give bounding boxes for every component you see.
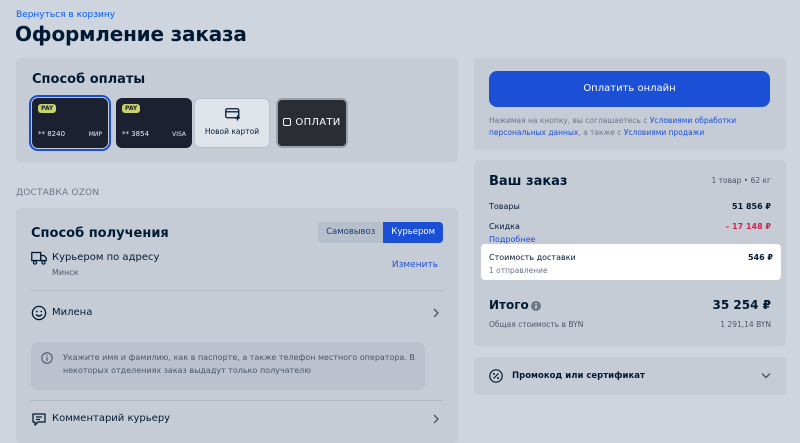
- goods-value: 51 856 ₽: [732, 202, 771, 211]
- recipient-name: Милена: [52, 307, 93, 318]
- new-card-label: Новой картой: [204, 127, 260, 136]
- delivery-cost-label: Стоимость доставки: [489, 253, 576, 262]
- pay-online-button[interactable]: Оплатить онлайн: [489, 71, 770, 107]
- order-summary-card: Ваш заказ 1 товар • 62 кг Товары 51 856 …: [474, 160, 786, 346]
- card-system: VISA: [172, 131, 186, 138]
- smiley-icon: [31, 305, 47, 321]
- card-system: МИР: [88, 131, 102, 138]
- recipient-info-box: Укажите имя и фамилию, как в паспорте, а…: [31, 342, 425, 390]
- total-value: 35 254 ₽: [712, 298, 771, 312]
- payment-method-card: Способ оплаты PAY ** 8240 МИР PAY ** 385…: [16, 58, 458, 162]
- oplati-label: ОПЛАТИ: [278, 117, 346, 128]
- card-number: ** 3854: [122, 130, 150, 138]
- order-meta: 1 товар • 62 кг: [711, 176, 771, 185]
- terms-text: Нажимая на кнопку, вы соглашаетесь с Усл…: [489, 115, 774, 139]
- pay-now-card: Оплатить онлайн Нажимая на кнопку, вы со…: [474, 58, 786, 150]
- terms-mid: , а также с: [578, 128, 624, 137]
- saved-card-8240[interactable]: PAY ** 8240 МИР: [29, 95, 111, 151]
- chevron-right-icon: [433, 414, 439, 424]
- goods-label: Товары: [489, 202, 520, 211]
- chevron-down-icon: [761, 373, 771, 379]
- payment-method-title: Способ оплаты: [32, 72, 146, 87]
- oplati-option[interactable]: ОПЛАТИ: [276, 98, 348, 148]
- delivery-cost-value: 546 ₽: [747, 253, 773, 262]
- pay-badge: PAY: [122, 104, 141, 113]
- add-card-icon: [225, 108, 240, 121]
- new-card-option[interactable]: Новой картой: [194, 98, 270, 148]
- chat-bubble-icon: [32, 413, 46, 426]
- oplati-text: ОПЛАТИ: [295, 117, 341, 128]
- byn-total-label: Общая стоимость в BYN: [489, 320, 584, 329]
- truck-icon: [31, 251, 47, 265]
- total-label: Итого: [489, 298, 529, 312]
- pickup-toggle-button[interactable]: Самовывоз: [318, 222, 384, 243]
- order-title: Ваш заказ: [489, 174, 568, 189]
- info-icon[interactable]: [531, 301, 541, 311]
- discount-percent-icon: [489, 369, 503, 383]
- delivery-card: Способ получения Самовывоз Курьером Курь…: [16, 208, 458, 443]
- divider: [31, 290, 443, 291]
- courier-address-title: Курьером по адресу: [52, 252, 160, 263]
- shipment-count: 1 отправление: [489, 266, 548, 275]
- discount-label: Скидка: [489, 222, 520, 231]
- delivery-city: Минск: [52, 268, 79, 277]
- delivery-cost-highlight: Стоимость доставки 1 отправление 546 ₽: [481, 244, 781, 280]
- oplati-logo-icon: [283, 118, 292, 126]
- info-icon: [41, 352, 53, 364]
- delivery-type-toggle: Самовывоз Курьером: [318, 222, 443, 243]
- recipient-info-text: Укажите имя и фамилию, как в паспорте, а…: [63, 353, 415, 375]
- discount-value: - 17 148 ₽: [725, 222, 771, 231]
- courier-comment-label: Комментарий курьеру: [52, 413, 171, 424]
- byn-total-value: 1 291,14 BYN: [720, 320, 771, 329]
- chevron-right-icon: [433, 308, 439, 318]
- card-number: ** 8240: [38, 130, 66, 138]
- change-address-link[interactable]: Изменить: [392, 260, 438, 270]
- sale-terms-link[interactable]: Условиями продажи: [624, 128, 704, 137]
- pay-badge: PAY: [38, 104, 57, 113]
- page-title: Оформление заказа: [15, 22, 247, 46]
- saved-card-3854[interactable]: PAY ** 3854 VISA: [116, 98, 192, 148]
- promo-code-label: Промокод или сертификат: [512, 371, 645, 381]
- discount-details-link[interactable]: Подробнее: [489, 235, 535, 244]
- back-to-cart-link[interactable]: Вернуться в корзину: [16, 10, 115, 20]
- courier-toggle-button[interactable]: Курьером: [383, 222, 443, 243]
- divider: [31, 400, 443, 401]
- terms-prefix: Нажимая на кнопку, вы соглашаетесь с: [489, 116, 650, 125]
- promo-code-row[interactable]: Промокод или сертификат: [474, 357, 786, 395]
- delivery-section-label: ДОСТАВКА OZON: [16, 188, 100, 198]
- checkout-page: Вернуться в корзину Оформление заказа Сп…: [0, 0, 800, 443]
- delivery-method-title: Способ получения: [31, 226, 169, 241]
